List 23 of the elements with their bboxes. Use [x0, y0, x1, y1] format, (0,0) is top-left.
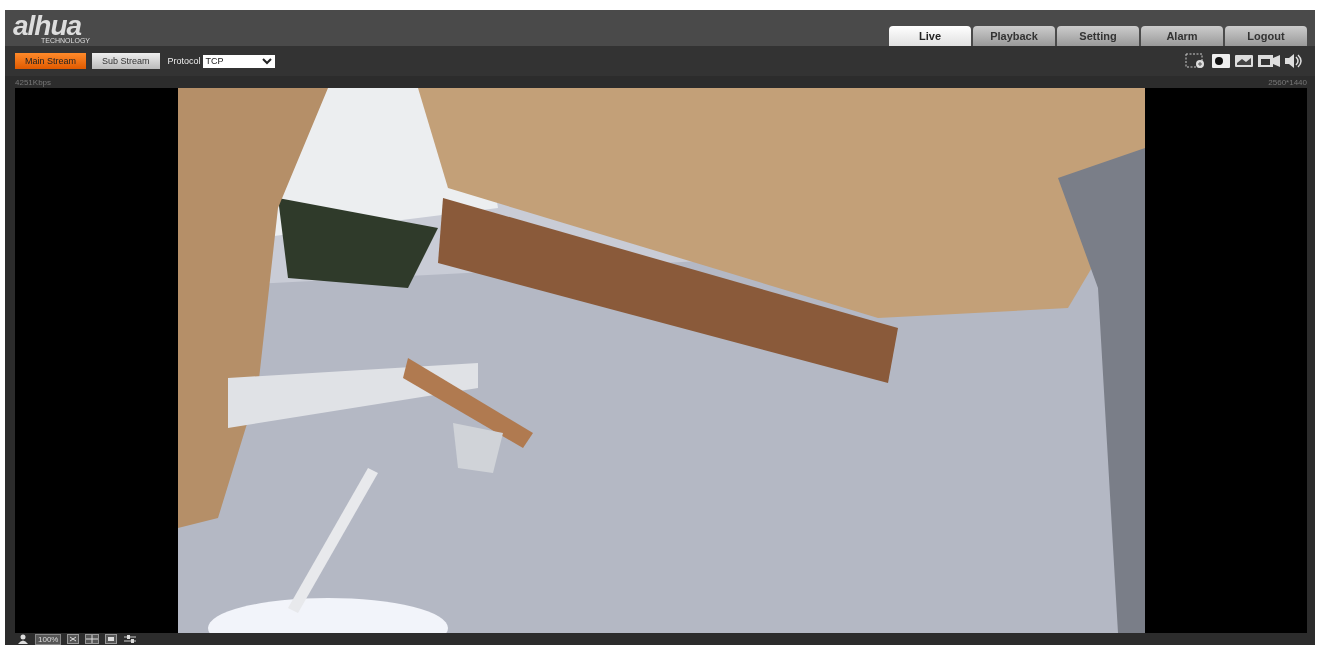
slider-icon[interactable]: [123, 634, 138, 644]
resolution-text: 2560*1440: [1268, 77, 1307, 87]
fullscreen-icon[interactable]: [105, 634, 118, 644]
image-icon[interactable]: [1235, 54, 1253, 68]
video-camera-icon[interactable]: [1258, 54, 1280, 68]
caret-icon[interactable]: [261, 57, 272, 65]
fit-icon[interactable]: [67, 634, 80, 644]
nav-tab[interactable]: Logout: [1225, 26, 1307, 46]
snapshot-icon[interactable]: [1212, 54, 1230, 68]
protocol-select[interactable]: TCP: [202, 54, 275, 68]
nav-tab[interactable]: Playback: [973, 26, 1055, 46]
protocol-label: Protocol: [167, 56, 201, 66]
nav-tab[interactable]: Alarm: [1141, 26, 1223, 46]
zoom-icon[interactable]: [1185, 53, 1207, 69]
nav-tab[interactable]: Setting: [1057, 26, 1139, 46]
bitrate-text: 4251Kbps: [15, 77, 52, 87]
nav-tab[interactable]: Live: [889, 26, 971, 46]
stream-button[interactable]: Sub Stream: [92, 53, 160, 69]
zoom-ratio-button[interactable]: 100%: [35, 633, 62, 645]
person-icon[interactable]: [17, 634, 29, 644]
speaker-icon[interactable]: [1285, 54, 1303, 68]
stream-button[interactable]: Main Stream: [15, 53, 87, 69]
grid-icon[interactable]: [85, 634, 100, 644]
